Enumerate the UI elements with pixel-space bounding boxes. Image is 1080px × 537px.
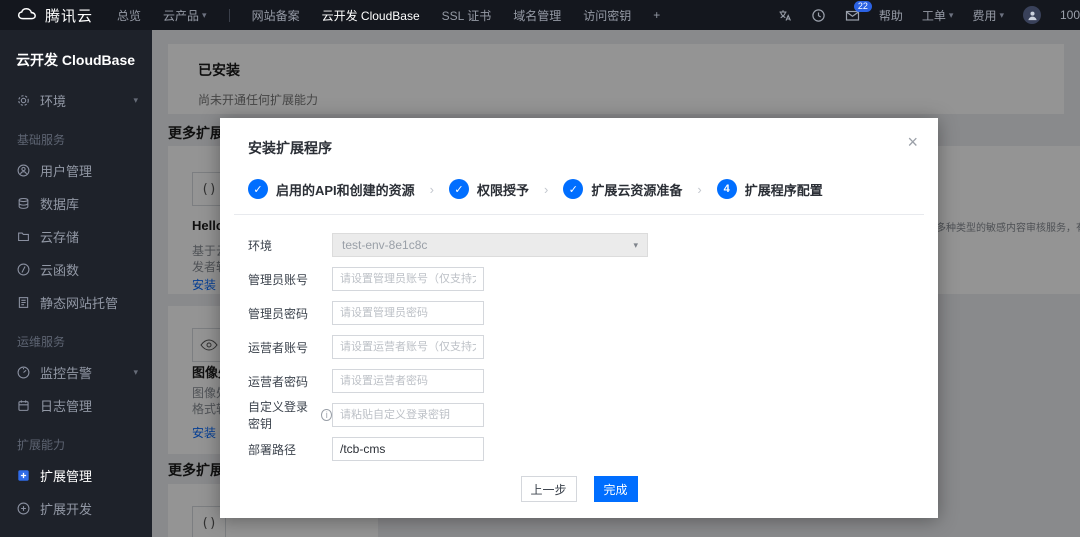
previous-step-button[interactable]: 上一步 <box>521 476 577 502</box>
chevron-down-icon: ▾ <box>949 10 954 21</box>
document-icon <box>17 296 30 309</box>
chevron-down-icon: ▾ <box>633 240 638 251</box>
sidebar-item-static-hosting[interactable]: 静态网站托管 <box>0 286 152 319</box>
nav-add-shortcut[interactable]: + <box>653 8 660 22</box>
account-id[interactable]: 100 <box>1060 8 1080 22</box>
admin-account-input[interactable] <box>332 267 484 291</box>
step-2-permissions: ✓ 权限授予 <box>449 179 529 199</box>
step-indicator: ✓ 启用的API和创建的资源 › ✓ 权限授予 › ✓ 扩展云资源准备 › 4 … <box>248 179 938 199</box>
nav-cloudbase[interactable]: 云开发 CloudBase <box>322 7 420 24</box>
chevron-right-icon: › <box>697 182 701 197</box>
chevron-right-icon: › <box>544 182 548 197</box>
step-3-cloud-resources: ✓ 扩展云资源准备 <box>563 179 682 199</box>
cloud-logo-icon <box>17 7 39 24</box>
chevron-down-icon: ▾ <box>133 95 138 106</box>
sidebar-item-environment[interactable]: 环境 ▾ <box>0 84 152 117</box>
extension-config-form: 环境 test-env-8e1c8c ▾ 管理员账号 管理员密码 运营者账号 运… <box>220 215 938 461</box>
tencent-cloud-logo[interactable]: 腾讯云 <box>17 5 93 26</box>
history-clock-icon[interactable] <box>811 8 826 23</box>
nav-access-key[interactable]: 访问密钥 <box>583 7 631 24</box>
nav-billing[interactable]: 费用▾ <box>972 7 1004 24</box>
user-icon <box>17 164 30 177</box>
sidebar-item-log-management[interactable]: 日志管理 <box>0 389 152 422</box>
nav-ticket[interactable]: 工单▾ <box>922 7 954 24</box>
admin-password-input[interactable] <box>332 301 484 325</box>
chevron-down-icon: ▾ <box>133 367 138 378</box>
extension-management-icon <box>17 469 30 482</box>
sidebar-section-basic: 基础服务 <box>0 117 152 154</box>
operator-password-input[interactable] <box>332 369 484 393</box>
check-icon: ✓ <box>563 179 583 199</box>
chevron-down-icon: ▾ <box>999 10 1004 21</box>
form-row-environment: 环境 test-env-8e1c8c ▾ <box>248 233 938 257</box>
check-icon: ✓ <box>248 179 268 199</box>
chevron-right-icon: › <box>430 182 434 197</box>
finish-button[interactable]: 完成 <box>594 476 638 502</box>
topbar-right: 22 帮助 工单▾ 费用▾ 100 <box>777 6 1080 24</box>
step-number: 4 <box>717 179 737 199</box>
sidebar-item-cloud-function[interactable]: 云函数 <box>0 253 152 286</box>
gauge-icon <box>17 366 30 379</box>
sidebar-item-user-management[interactable]: 用户管理 <box>0 154 152 187</box>
step-4-extension-config: 4 扩展程序配置 <box>717 179 823 199</box>
check-icon: ✓ <box>449 179 469 199</box>
step-1-apis-resources: ✓ 启用的API和创建的资源 <box>248 179 415 199</box>
folder-icon <box>17 230 30 243</box>
gear-icon <box>17 94 30 107</box>
sidebar: 云开发 CloudBase 环境 ▾ 基础服务 用户管理 数据库 云存储 云函数 <box>0 30 152 537</box>
install-extension-dialog: 安装扩展程序 × ✓ 启用的API和创建的资源 › ✓ 权限授予 › ✓ 扩展云… <box>220 118 938 518</box>
sidebar-item-cloud-storage[interactable]: 云存储 <box>0 220 152 253</box>
log-calendar-icon <box>17 399 30 412</box>
sidebar-item-monitoring[interactable]: 监控告警 ▾ <box>0 356 152 389</box>
nav-ssl[interactable]: SSL 证书 <box>442 7 492 24</box>
deploy-path-input[interactable] <box>332 437 484 461</box>
database-icon <box>17 197 30 210</box>
custom-login-key-input[interactable] <box>332 403 484 427</box>
nav-domain[interactable]: 域名管理 <box>513 7 561 24</box>
dialog-footer: 上一步 完成 <box>220 476 938 502</box>
close-icon[interactable]: × <box>907 132 918 153</box>
topbar: 腾讯云 总览 云产品▾ 网站备案 云开发 CloudBase SSL 证书 域名… <box>0 0 1080 30</box>
operator-account-input[interactable] <box>332 335 484 359</box>
dialog-title: 安装扩展程序 <box>220 118 938 158</box>
nav-help[interactable]: 帮助 <box>879 7 903 24</box>
form-row-admin-account: 管理员账号 <box>248 267 938 291</box>
info-icon[interactable]: i <box>321 409 332 421</box>
form-row-admin-password: 管理员密码 <box>248 301 938 325</box>
sidebar-item-extension-development[interactable]: 扩展开发 <box>0 492 152 525</box>
function-icon <box>17 263 30 276</box>
sidebar-title: 云开发 CloudBase <box>0 30 152 84</box>
avatar[interactable] <box>1023 6 1041 24</box>
nav-cloud-products[interactable]: 云产品▾ <box>163 7 207 24</box>
message-count-badge: 22 <box>854 1 872 12</box>
form-row-deploy-path: 部署路径 <box>248 437 938 461</box>
sidebar-section-ops: 运维服务 <box>0 319 152 356</box>
language-icon[interactable] <box>777 8 792 23</box>
environment-select[interactable]: test-env-8e1c8c ▾ <box>332 233 648 257</box>
sidebar-item-database[interactable]: 数据库 <box>0 187 152 220</box>
form-row-operator-password: 运营者密码 <box>248 369 938 393</box>
messages-icon[interactable]: 22 <box>845 8 860 23</box>
extension-dev-icon <box>17 502 30 515</box>
logo-text: 腾讯云 <box>45 5 93 26</box>
topbar-nav: 总览 云产品▾ 网站备案 云开发 CloudBase SSL 证书 域名管理 访… <box>117 7 660 24</box>
nav-divider <box>229 9 230 22</box>
form-row-operator-account: 运营者账号 <box>248 335 938 359</box>
chevron-down-icon: ▾ <box>202 10 207 21</box>
form-row-custom-login-key: 自定义登录密钥i <box>248 403 938 427</box>
sidebar-section-extensions: 扩展能力 <box>0 422 152 459</box>
nav-icp[interactable]: 网站备案 <box>252 7 300 24</box>
sidebar-item-extension-management[interactable]: 扩展管理 <box>0 459 152 492</box>
nav-overview[interactable]: 总览 <box>117 7 141 24</box>
